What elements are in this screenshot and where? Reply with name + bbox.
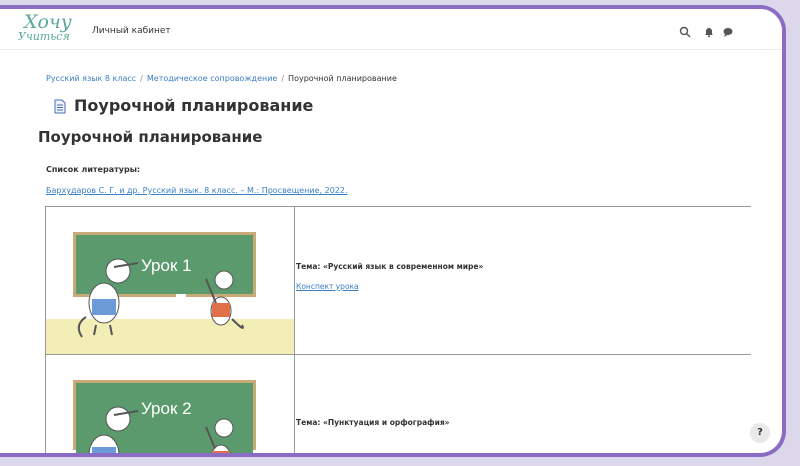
lesson-topic: Тема: «Пунктуация и орфография» (296, 418, 450, 427)
board-text: Урок 2 (141, 399, 192, 418)
breadcrumb-separator: / (281, 74, 285, 83)
literature-reference-link[interactable]: Бархударов С. Г. и др. Русский язык. 8 к… (46, 186, 348, 195)
literature-label: Список литературы: (46, 165, 141, 174)
lesson-illustration: Урок 1 (46, 232, 294, 354)
breadcrumb-separator: / (140, 74, 143, 83)
table-row: Урок 1 Тема: «Русский язык в современном… (46, 207, 751, 355)
lesson-table: Урок 1 Тема: «Русский язык в современном… (45, 206, 751, 453)
lesson-text-cell: Тема: «Пунктуация и орфография» (295, 355, 751, 453)
page-title: Поурочной планирование (74, 96, 314, 115)
personal-account-link[interactable]: Личный кабинет (92, 26, 171, 36)
lesson-text-cell: Тема: «Русский язык в современном мире» … (295, 207, 751, 354)
breadcrumb-link-methodics[interactable]: Методическое сопровождение (147, 74, 277, 83)
lesson-image-cell: Урок 1 (46, 207, 295, 354)
breadcrumb-link-course[interactable]: Русский язык 8 класс (46, 74, 136, 83)
search-icon[interactable] (679, 23, 691, 38)
lesson-illustration: Урок 2 (73, 380, 256, 453)
logo-text-bottom: Учиться (18, 30, 70, 43)
site-logo[interactable]: Хочу Учиться (18, 11, 78, 49)
breadcrumb-current: Поурочной планирование (288, 74, 397, 83)
chat-icon[interactable] (722, 23, 734, 37)
browser-frame: Хочу Учиться Личный кабинет Русский язык… (0, 5, 786, 457)
help-button[interactable]: ? (750, 423, 770, 443)
table-row: Урок 2 Тема: «Пунктуация и орфография» (46, 355, 751, 453)
breadcrumb: Русский язык 8 класс / Методическое сопров… (46, 74, 397, 83)
board-text: Урок 1 (141, 256, 192, 275)
lesson-topic: Тема: «Русский язык в современном мире» (296, 262, 484, 271)
lesson-image-cell: Урок 2 (46, 355, 295, 453)
top-navbar: Хочу Учиться Личный кабинет (0, 9, 782, 50)
bell-icon[interactable] (703, 23, 715, 38)
document-icon (54, 99, 66, 118)
lesson-summary-link[interactable]: Конспект урока (296, 282, 359, 291)
content-heading: Поурочной планирование (38, 128, 263, 146)
